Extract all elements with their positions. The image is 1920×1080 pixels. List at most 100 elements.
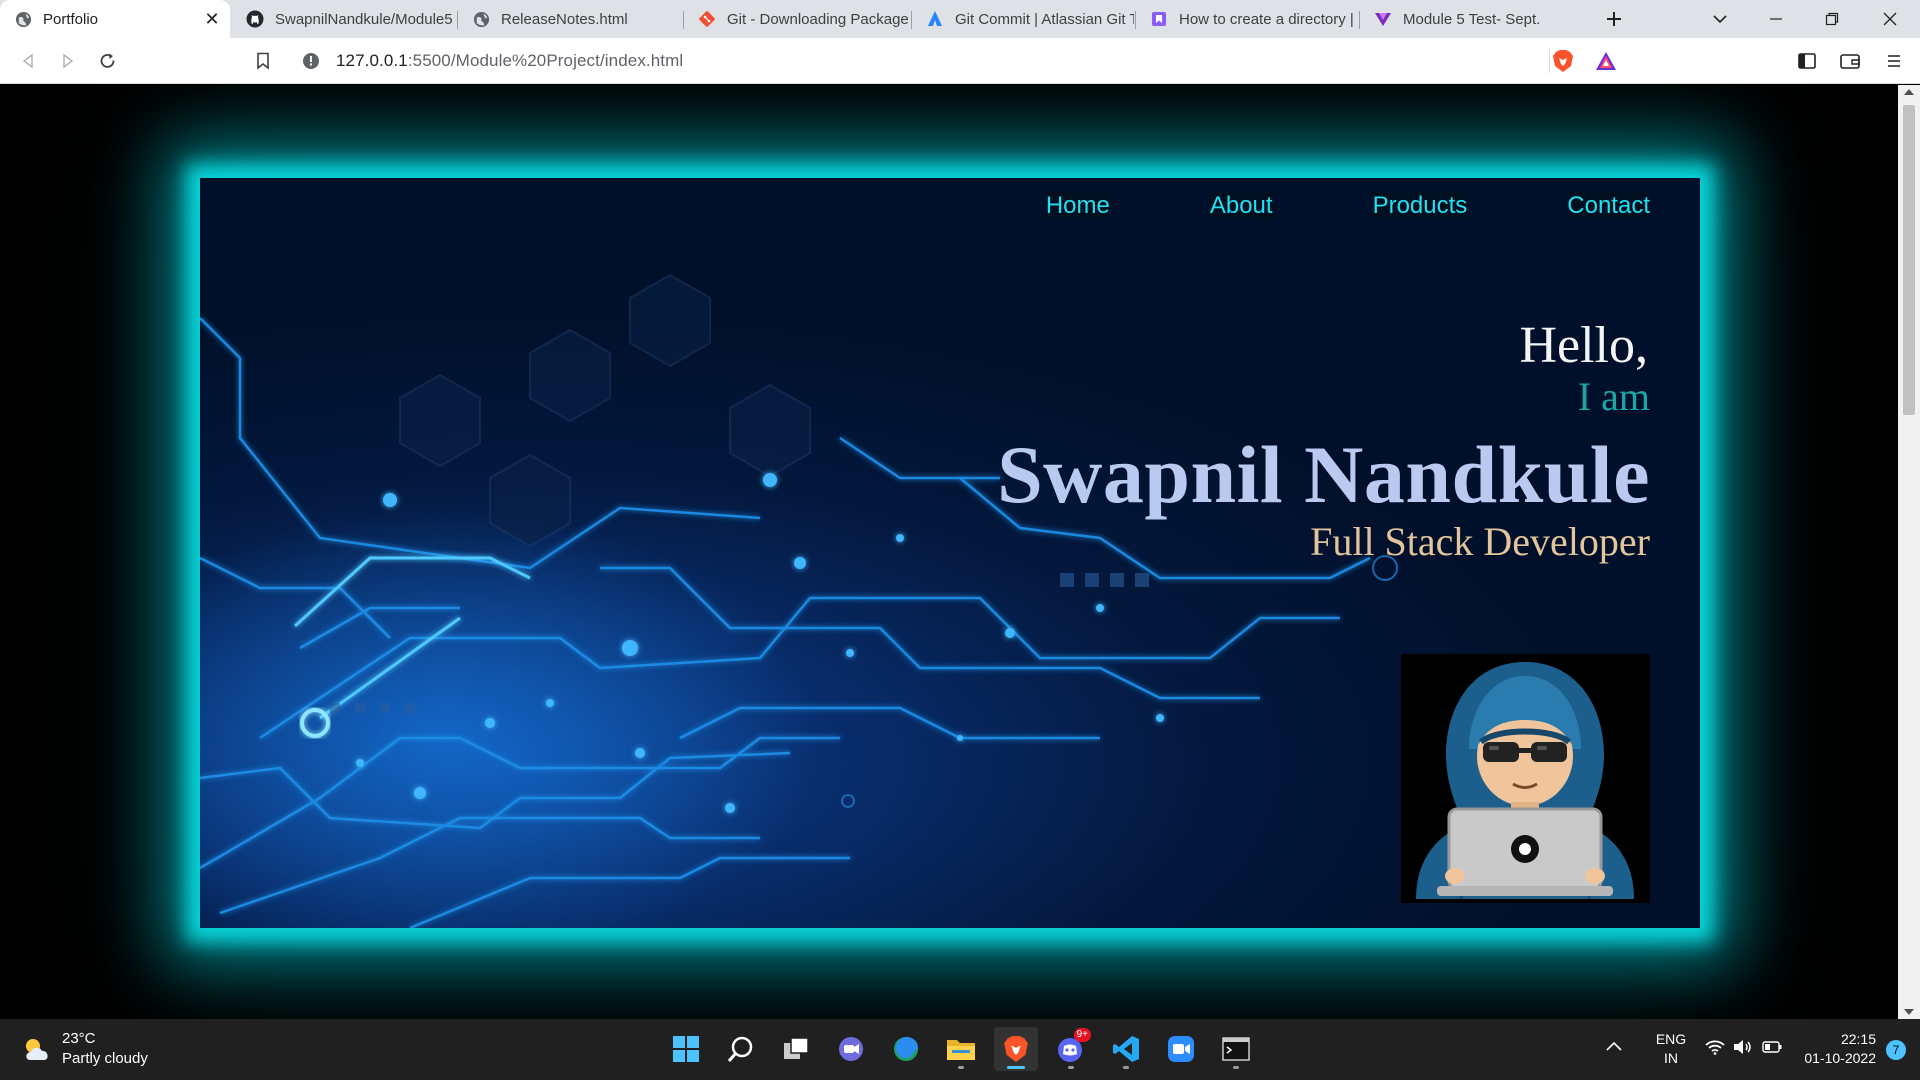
file-explorer-button[interactable]	[939, 1027, 983, 1071]
plus-icon	[1607, 12, 1621, 26]
page-scrollbar[interactable]	[1898, 85, 1920, 1019]
running-indicator	[958, 1066, 964, 1069]
brave-rewards-icon	[1596, 52, 1616, 70]
greeting-hello: Hello,	[1519, 317, 1648, 374]
wallet-icon	[1840, 54, 1860, 69]
partly-cloudy-icon	[26, 1039, 48, 1060]
sidebar-icon	[1798, 53, 1816, 69]
clock-date: 01-10-2022	[1804, 1050, 1876, 1066]
back-button[interactable]	[10, 38, 46, 84]
hero-name: Swapnil Nandkule	[997, 429, 1650, 520]
url-host: 127.0.0.1	[336, 51, 408, 70]
hero-role: Full Stack Developer	[1310, 519, 1650, 564]
chat-button[interactable]	[829, 1027, 873, 1071]
discord-button[interactable]: 9+	[1049, 1027, 1093, 1071]
tab-atlassian[interactable]: Git Commit | Atlassian Git T	[912, 0, 1134, 38]
tab-portfolio[interactable]: Portfolio ✕	[0, 0, 230, 38]
brave-browser-button[interactable]	[994, 1027, 1038, 1071]
tab-module5-test[interactable]: Module 5 Test- Sept.	[1360, 0, 1582, 38]
wallet-button[interactable]	[1832, 38, 1868, 84]
zoom-icon	[1168, 1036, 1194, 1062]
minimize-icon	[1770, 18, 1782, 20]
chevron-down-icon	[1713, 15, 1727, 24]
windows-taskbar: 23°C Partly cloudy 9+ ENG IN 22:15 01-10…	[0, 1019, 1920, 1080]
clock[interactable]: 22:15 01-10-2022	[1790, 1030, 1876, 1068]
bookmark-page-icon	[1150, 10, 1168, 28]
tab-github[interactable]: SwapnilNandkule/Module5	[232, 0, 454, 38]
chevron-up-icon	[1606, 1041, 1622, 1051]
nav-products-link[interactable]: Products	[1372, 192, 1468, 220]
scroll-thumb[interactable]	[1903, 105, 1915, 415]
volume-icon[interactable]	[1733, 1039, 1753, 1060]
close-tab-icon[interactable]: ✕	[200, 9, 224, 30]
page-viewport: Home About Products Contact Hello, I am …	[0, 85, 1898, 1019]
sidebar-button[interactable]	[1789, 38, 1825, 84]
search-button[interactable]	[719, 1027, 763, 1071]
region-code: IN	[1664, 1050, 1678, 1066]
scroll-up-icon[interactable]	[1904, 89, 1914, 95]
url-text[interactable]: 127.0.0.1:5500/Module%20Project/index.ht…	[336, 51, 683, 71]
github-icon	[246, 10, 264, 28]
nav-contact-link[interactable]: Contact	[1567, 192, 1650, 220]
task-view-icon	[784, 1037, 809, 1059]
nav-about-link[interactable]: About	[1209, 192, 1273, 220]
running-indicator	[1068, 1066, 1074, 1069]
vscode-icon	[1113, 1036, 1139, 1062]
restore-button[interactable]	[1806, 0, 1858, 38]
reload-icon	[100, 53, 115, 68]
running-indicator	[1123, 1066, 1129, 1069]
hacker-avatar-image	[1401, 654, 1650, 903]
minimize-button[interactable]	[1750, 0, 1802, 38]
nav-home-link[interactable]: Home	[1045, 192, 1110, 220]
brave-shields-button[interactable]	[1545, 38, 1581, 84]
brave-lion-icon	[1553, 50, 1573, 72]
running-indicator	[1007, 1066, 1025, 1069]
wifi-icon[interactable]	[1705, 1039, 1725, 1060]
vscode-button[interactable]	[1104, 1027, 1148, 1071]
start-button[interactable]	[664, 1027, 708, 1071]
brave-rewards-button[interactable]	[1588, 38, 1624, 84]
brave-icon	[1004, 1036, 1028, 1062]
search-icon	[727, 1036, 753, 1062]
weather-widget[interactable]: 23°C Partly cloudy	[22, 1029, 148, 1069]
bookmark-button[interactable]	[245, 38, 281, 84]
terminal-button[interactable]	[1214, 1027, 1258, 1071]
terminal-icon	[1222, 1037, 1250, 1061]
url-path: :5500/Module%20Project/index.html	[407, 51, 684, 70]
clock-time: 22:15	[1840, 1031, 1876, 1047]
hamburger-menu-icon	[1888, 55, 1900, 67]
forward-button[interactable]	[50, 38, 86, 84]
running-indicator	[1233, 1066, 1239, 1069]
globe-icon	[14, 10, 32, 28]
scroll-down-icon[interactable]	[1904, 1009, 1914, 1015]
hero-section: Home About Products Contact Hello, I am …	[200, 178, 1700, 928]
reload-button[interactable]	[90, 38, 126, 84]
language-indicator[interactable]: ENG IN	[1648, 1030, 1694, 1068]
bookmark-icon	[257, 52, 269, 70]
atlassian-icon	[926, 10, 944, 28]
edge-button[interactable]	[884, 1027, 928, 1071]
file-explorer-icon	[947, 1040, 975, 1060]
tab-releasenotes[interactable]: ReleaseNotes.html	[458, 0, 680, 38]
tab-git-downloads[interactable]: Git - Downloading Package	[684, 0, 910, 38]
zoom-button[interactable]	[1159, 1027, 1203, 1071]
show-hidden-icons-button[interactable]	[1606, 1039, 1622, 1057]
edge-icon	[894, 1036, 918, 1061]
tab-search-button[interactable]	[1700, 0, 1740, 38]
task-view-button[interactable]	[774, 1027, 818, 1071]
site-nav: Home About Products Contact	[946, 192, 1650, 220]
new-tab-button[interactable]	[1596, 0, 1632, 38]
notification-count-badge[interactable]: 7	[1886, 1040, 1906, 1060]
globe-icon	[472, 10, 490, 28]
close-window-button[interactable]	[1862, 0, 1918, 38]
address-bar[interactable]: 127.0.0.1:5500/Module%20Project/index.ht…	[294, 43, 1550, 79]
info-icon[interactable]	[302, 52, 320, 75]
browser-toolbar: 127.0.0.1:5500/Module%20Project/index.ht…	[0, 38, 1920, 84]
battery-icon[interactable]	[1762, 1040, 1782, 1059]
menu-button[interactable]	[1876, 38, 1912, 84]
start-icon	[673, 1036, 699, 1062]
forward-icon	[63, 53, 74, 69]
language-code: ENG	[1655, 1031, 1687, 1047]
weather-description: Partly cloudy	[62, 1050, 148, 1067]
tab-create-directory[interactable]: How to create a directory |	[1136, 0, 1358, 38]
